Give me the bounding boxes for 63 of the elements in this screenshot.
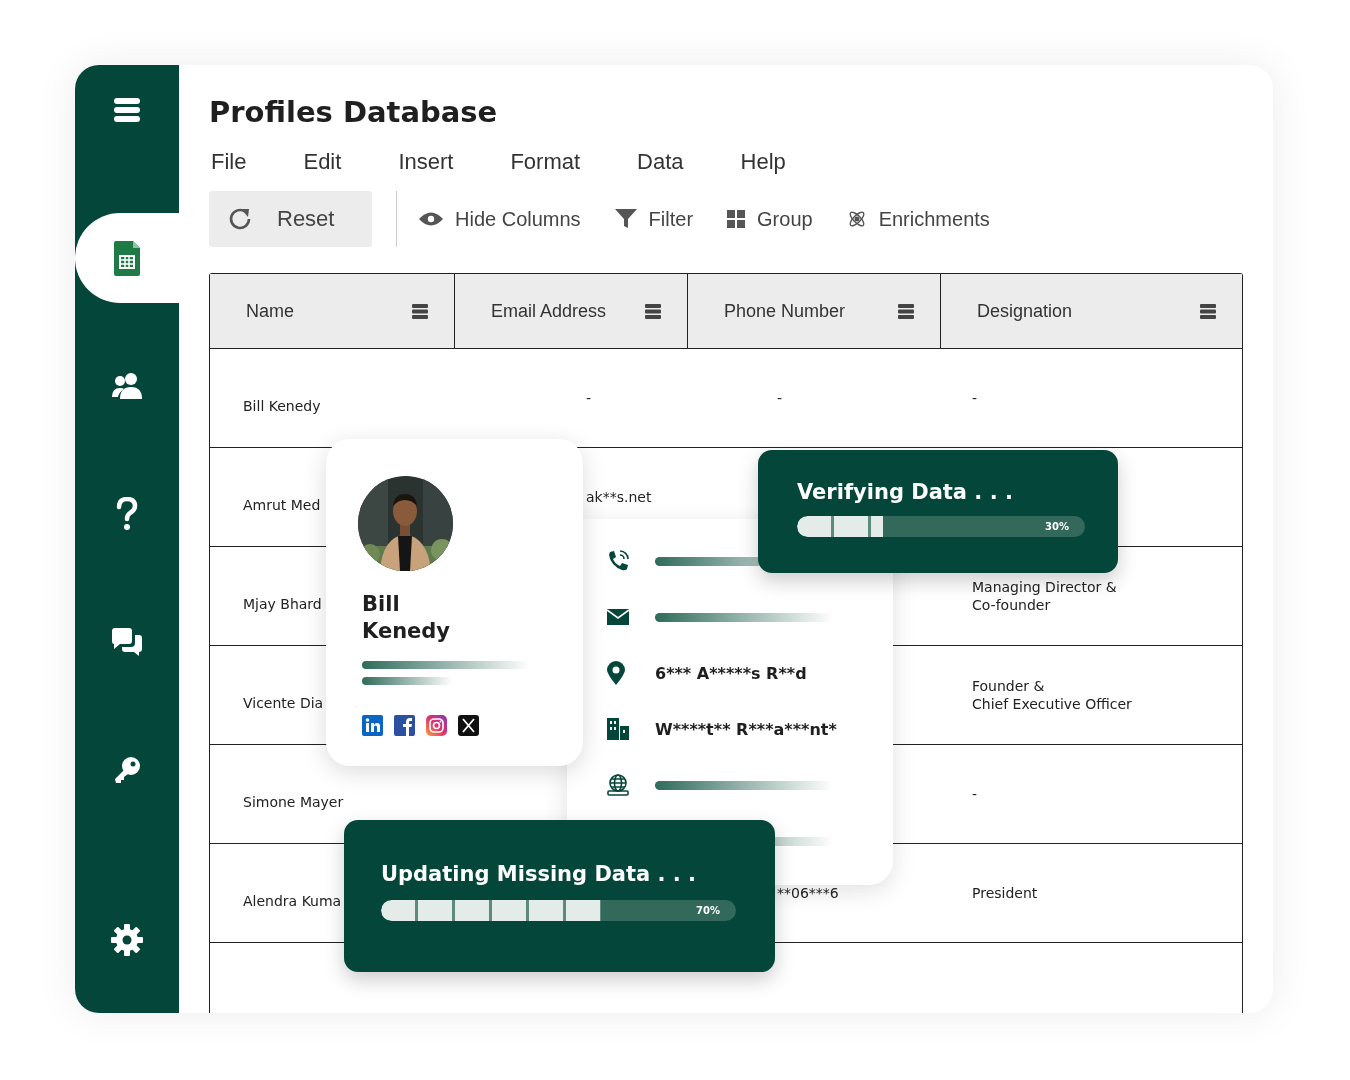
menu-icon (645, 303, 661, 319)
table-cell: Alendra Kuma (243, 892, 342, 910)
table-cell: Mjay Bhard (243, 595, 322, 613)
settings-icon (111, 924, 143, 956)
table-cell: **06***6 (777, 884, 839, 902)
table-cell: Managing Director & Co-founder (972, 578, 1117, 614)
menu-icon (898, 303, 914, 319)
column-header[interactable]: Phone Number (687, 274, 940, 348)
masked-text: 6*** A*****s R**d (655, 663, 807, 683)
menu-item[interactable]: Insert (398, 147, 454, 177)
building-icon (607, 718, 629, 740)
table-cell: - (972, 389, 978, 407)
progress-title: Updating Missing Data . . . (381, 861, 698, 888)
linkedin-icon[interactable] (362, 715, 383, 736)
masked-text: W****t** R***a***nt* (655, 719, 837, 739)
instagram-icon[interactable] (426, 715, 447, 736)
menu-icon (1200, 303, 1216, 319)
progress-title: Verifying Data . . . (797, 479, 1014, 506)
x-icon[interactable] (458, 715, 479, 736)
table-cell: ak**s.net (586, 488, 652, 506)
column-header[interactable]: Name (210, 274, 454, 348)
reset-button[interactable]: Reset (209, 191, 372, 247)
progress-percentage: 70% (696, 904, 720, 918)
eye-icon (419, 212, 443, 226)
table-cell: President (972, 884, 1038, 902)
grid-icon (727, 210, 746, 228)
menu-icon (114, 98, 140, 122)
phone-icon (607, 550, 629, 572)
table-cell: - (777, 389, 783, 407)
column-header[interactable]: Designation (940, 274, 1242, 348)
toolbar-button[interactable]: Filter (614, 207, 694, 231)
toolbar-button[interactable]: Hide Columns (419, 207, 581, 231)
toolbar-button[interactable]: Group (727, 207, 813, 231)
table-cell: Founder & Chief Executive Officer (972, 677, 1132, 713)
table-cell: - (972, 785, 978, 803)
help-icon (116, 497, 138, 531)
users-icon (111, 372, 143, 400)
column-header[interactable]: Email Address (454, 274, 687, 348)
location-icon (607, 661, 625, 685)
spreadsheet-icon (114, 240, 140, 276)
table-cell: Bill Kenedy (243, 397, 321, 415)
filter-icon (614, 209, 637, 229)
menu-item[interactable]: Format (510, 147, 581, 177)
menu-item[interactable]: Help (740, 147, 786, 177)
menu-item[interactable]: Data (637, 147, 684, 177)
key-icon (113, 756, 141, 784)
globe-icon (607, 774, 629, 796)
menu-item[interactable]: File (211, 147, 247, 177)
menu-item[interactable]: Edit (303, 147, 342, 177)
chat-icon (112, 628, 142, 656)
table-cell: Vicente Dia (243, 694, 324, 712)
progress-percentage: 30% (1045, 520, 1069, 534)
page-title: Profiles Database (209, 94, 499, 131)
profile-name: Bill Kenedy (362, 591, 452, 645)
mail-icon (607, 609, 629, 625)
table-cell: Amrut Med (243, 496, 321, 514)
table-cell: - (586, 389, 592, 407)
refresh-icon (227, 206, 253, 232)
sidebar-item[interactable] (75, 213, 179, 303)
menu-icon (412, 303, 428, 319)
facebook-icon[interactable] (394, 715, 415, 736)
toolbar-button[interactable]: Enrichments (846, 207, 990, 231)
table-cell: Simone Mayer (243, 793, 344, 811)
